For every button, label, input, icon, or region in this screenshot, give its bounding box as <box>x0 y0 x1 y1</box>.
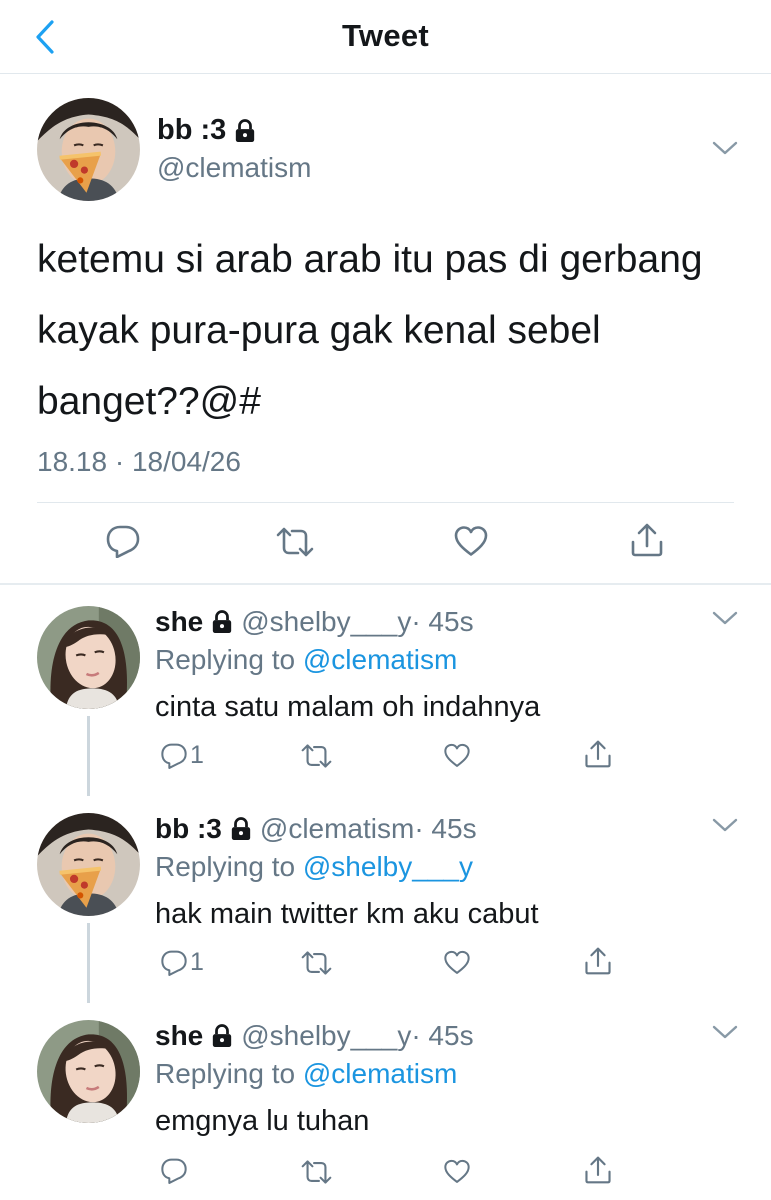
share-icon <box>584 946 612 976</box>
speech-bubble-icon <box>160 742 188 769</box>
heart-icon <box>443 742 471 768</box>
author-name[interactable]: bb :3 <box>155 813 222 845</box>
avatar[interactable] <box>37 813 140 916</box>
retweet-button[interactable] <box>300 1159 333 1185</box>
author-handle[interactable]: @shelby___y <box>241 1020 411 1052</box>
author-handle[interactable]: @clematism <box>157 152 311 184</box>
avatar[interactable] <box>37 1020 140 1123</box>
avatar[interactable] <box>37 606 140 709</box>
share-button[interactable] <box>584 946 612 976</box>
retweet-icon <box>300 1159 333 1185</box>
reply-tweet[interactable]: she @shelby___y · 45s Replying to @clema… <box>0 1020 771 1200</box>
like-button[interactable] <box>443 1158 471 1184</box>
replying-to-label: Replying to <box>155 644 303 675</box>
reply-button[interactable]: 1 <box>160 741 204 770</box>
reply-button[interactable] <box>160 1157 190 1184</box>
speech-bubble-icon <box>160 1157 188 1184</box>
chevron-down-icon[interactable] <box>712 1024 738 1040</box>
reply-header: she @shelby___y · 45s <box>155 606 474 638</box>
retweet-button[interactable] <box>300 743 333 769</box>
chevron-down-icon[interactable] <box>712 610 738 626</box>
lock-icon <box>211 1024 233 1048</box>
share-icon <box>630 522 664 558</box>
share-icon <box>584 739 612 769</box>
avatar[interactable] <box>37 98 140 201</box>
replying-to-link[interactable]: @clematism <box>303 644 457 675</box>
divider <box>37 502 734 503</box>
reply-tweet[interactable]: bb :3 @clematism · 45s Replying to @shel… <box>0 813 771 1009</box>
reply-count: 1 <box>190 741 204 769</box>
share-button[interactable] <box>584 1155 612 1185</box>
retweet-button[interactable] <box>274 526 316 558</box>
tweet-text: ketemu si arab arab itu pas di gerbang k… <box>37 224 747 437</box>
lock-icon <box>234 119 256 143</box>
author-handle[interactable]: @shelby___y <box>241 606 411 638</box>
tweet-text-line: ketemu si arab arab itu pas di gerbang <box>37 238 703 281</box>
replying-to-label: Replying to <box>155 851 303 882</box>
replying-to-label: Replying to <box>155 1058 303 1089</box>
reply-time: · 45s <box>411 606 474 637</box>
share-button[interactable] <box>630 522 664 558</box>
replying-to-link[interactable]: @clematism <box>303 1058 457 1089</box>
replying-to: Replying to @shelby___y <box>155 851 473 883</box>
speech-bubble-icon <box>160 949 188 976</box>
reply-button[interactable] <box>105 524 141 558</box>
like-button[interactable] <box>443 742 471 768</box>
heart-icon <box>453 524 489 557</box>
author-name[interactable]: she <box>155 1020 203 1052</box>
reply-text: emgnya lu tuhan <box>155 1105 370 1137</box>
reply-tweet[interactable]: she @shelby___y · 45s Replying to @clema… <box>0 606 771 802</box>
tweet-text-line: kayak pura-pura gak kenal sebel <box>37 309 601 352</box>
replying-to: Replying to @clematism <box>155 644 457 676</box>
reply-text: hak main twitter km aku cabut <box>155 898 539 930</box>
tweet-text-line: banget??@# <box>37 380 261 423</box>
replying-to: Replying to @clematism <box>155 1058 457 1090</box>
author-name[interactable]: bb :3 <box>157 114 256 147</box>
share-icon <box>584 1155 612 1185</box>
tweet-timestamp[interactable]: 18.18 · 18/04/26 <box>37 446 241 478</box>
reply-time: · 45s <box>414 813 477 844</box>
reply-header: she @shelby___y · 45s <box>155 1020 474 1052</box>
reply-time: · 45s <box>411 1020 474 1051</box>
author-name-text: bb :3 <box>157 114 227 146</box>
speech-bubble-icon <box>105 524 141 558</box>
reply-count: 1 <box>190 948 204 976</box>
reply-text: cinta satu malam oh indahnya <box>155 691 541 723</box>
thread-line <box>87 923 90 1003</box>
thread-line <box>87 716 90 796</box>
chevron-down-icon[interactable] <box>712 817 738 833</box>
lock-icon <box>211 610 233 634</box>
page-title: Tweet <box>341 18 430 53</box>
main-tweet: bb :3 @clematism ketemu si arab arab itu… <box>0 74 771 585</box>
chevron-down-icon[interactable] <box>712 140 738 156</box>
lock-icon <box>230 817 252 841</box>
reply-button[interactable]: 1 <box>160 948 204 977</box>
retweet-icon <box>300 950 333 976</box>
replying-to-link[interactable]: @shelby___y <box>303 851 473 882</box>
retweet-icon <box>300 743 333 769</box>
retweet-button[interactable] <box>300 950 333 976</box>
reply-header: bb :3 @clematism · 45s <box>155 813 477 845</box>
heart-icon <box>443 949 471 975</box>
like-button[interactable] <box>443 949 471 975</box>
top-bar: Tweet <box>0 0 771 74</box>
share-button[interactable] <box>584 739 612 769</box>
like-button[interactable] <box>453 524 489 557</box>
author-handle[interactable]: @clematism <box>260 813 414 845</box>
heart-icon <box>443 1158 471 1184</box>
retweet-icon <box>274 526 316 558</box>
author-name[interactable]: she <box>155 606 203 638</box>
